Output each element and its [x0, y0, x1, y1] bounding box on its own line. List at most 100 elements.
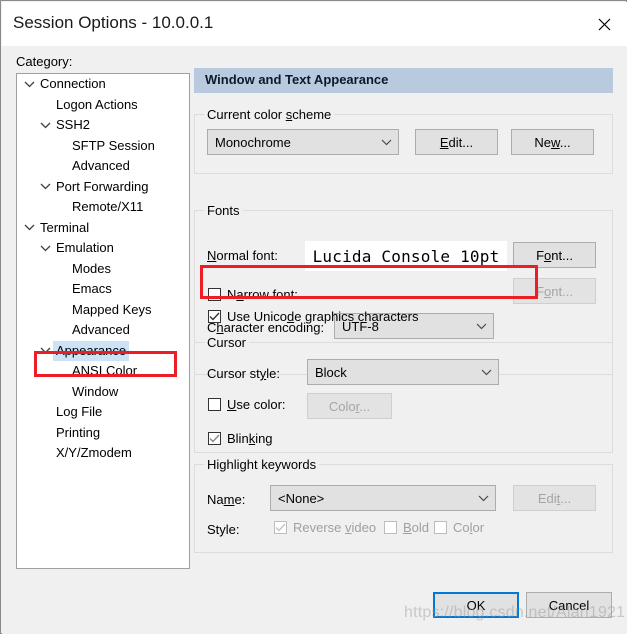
chevron-down-icon[interactable]: [21, 81, 37, 88]
color-scheme-combo[interactable]: Monochrome: [207, 129, 399, 155]
unicode-graphics-label: Use Unicode graphics characters: [227, 309, 419, 324]
ok-button[interactable]: OK: [433, 592, 519, 618]
tree-item-log-file[interactable]: Log File: [17, 402, 189, 423]
tree-item-window[interactable]: Window: [17, 382, 189, 403]
window-title: Session Options - 10.0.0.1: [13, 13, 214, 32]
color-scheme-legend: Current color scheme: [204, 107, 335, 122]
cursor-color-button: Color...: [307, 393, 392, 419]
tree-item-label: Advanced: [72, 322, 130, 337]
bold-checkbox: Bold: [384, 520, 429, 535]
narrow-font-button: Font...: [513, 278, 596, 304]
blinking-checkbox[interactable]: Blinking: [208, 431, 273, 446]
checkbox-box: [384, 521, 397, 534]
cursor-style-value: Block: [315, 364, 347, 380]
tree-item-label: ANSI Color: [72, 363, 138, 378]
chevron-down-icon: [474, 369, 498, 376]
unicode-graphics-checkbox[interactable]: Use Unicode graphics characters: [208, 309, 418, 324]
tree-item-terminal[interactable]: Terminal: [17, 218, 189, 239]
tree-item-label: Connection: [40, 76, 106, 91]
checkbox-box: [274, 521, 287, 534]
tree-item-ansi-color[interactable]: ANSI Color: [17, 361, 189, 382]
tree-item-port-forwarding[interactable]: Port Forwarding: [17, 177, 189, 198]
category-label: Category:: [16, 54, 73, 69]
highlight-style-label: Style:: [207, 522, 240, 537]
session-options-dialog: Session Options - 10.0.0.1 Category: Con…: [0, 0, 627, 634]
highlight-keywords-legend: Highlight keywords: [204, 457, 320, 472]
use-color-checkbox[interactable]: Use color:: [208, 397, 286, 412]
chevron-down-icon[interactable]: [37, 347, 53, 354]
highlight-edit-button: Edit...: [513, 485, 596, 511]
tree-item-remote-x11[interactable]: Remote/X11: [17, 197, 189, 218]
tree-item-label: SSH2: [56, 117, 90, 132]
tree-item-label: Window: [72, 383, 119, 399]
chevron-down-icon[interactable]: [37, 245, 53, 252]
tree-item-label: Remote/X11: [72, 199, 144, 214]
panel-header: Window and Text Appearance: [194, 68, 613, 93]
cursor-legend: Cursor: [204, 335, 250, 350]
checkbox-box: [208, 432, 221, 445]
tree-item-advanced[interactable]: Advanced: [17, 156, 189, 177]
tree-item-label: Log File: [56, 404, 103, 419]
tree-item-label: Port Forwarding: [56, 178, 149, 194]
category-tree[interactable]: Connection Logon Actions SSH2 SFTP Session A…: [16, 73, 190, 569]
tree-item-x-y-zmodem[interactable]: X/Y/Zmodem: [17, 443, 189, 464]
checkbox-box: [208, 310, 221, 323]
color-scheme-new-button[interactable]: New...: [511, 129, 594, 155]
reverse-video-label: Reverse video: [293, 520, 377, 535]
highlight-name-combo[interactable]: <None>: [270, 485, 496, 511]
tree-item-label: Advanced: [72, 158, 130, 173]
tree-item-sftp-session[interactable]: SFTP Session: [17, 136, 189, 157]
tree-item-label: Emacs: [72, 281, 112, 296]
tree-item-mapped-keys[interactable]: Mapped Keys: [17, 300, 189, 321]
tree-item-emacs[interactable]: Emacs: [17, 279, 189, 300]
cancel-button[interactable]: Cancel: [526, 592, 612, 618]
reverse-video-checkbox: Reverse video: [274, 520, 376, 535]
chevron-down-icon[interactable]: [37, 183, 53, 190]
checkbox-box: [208, 288, 221, 301]
chevron-down-icon: [471, 495, 495, 502]
narrow-font-label: Narrow font:: [227, 287, 298, 302]
color-scheme-edit-button[interactable]: Edit...: [415, 129, 498, 155]
normal-font-label: Normal font:: [207, 248, 278, 263]
chevron-down-icon: [374, 139, 398, 146]
fonts-legend: Fonts: [204, 203, 243, 218]
normal-font-sample: Lucida Console 10pt: [305, 241, 507, 271]
tree-item-label: Appearance: [53, 340, 130, 361]
tree-item-label: Emulation: [56, 240, 114, 255]
color-scheme-value: Monochrome: [215, 134, 291, 150]
highlight-name-value: <None>: [278, 490, 325, 506]
tree-item-connection[interactable]: Connection: [17, 74, 189, 95]
chevron-down-icon[interactable]: [21, 224, 37, 231]
tree-item-appearance[interactable]: Appearance: [17, 340, 189, 361]
tree-item-emulation[interactable]: Emulation: [17, 238, 189, 259]
use-color-label: Use color:: [227, 397, 286, 412]
blinking-label: Blinking: [227, 431, 273, 446]
cursor-style-label: Cursor style:: [207, 366, 280, 381]
tree-item-label: Terminal: [40, 219, 90, 235]
tree-item-label: Printing: [56, 424, 101, 440]
tree-item-label: SFTP Session: [72, 137, 155, 153]
tree-item-label: X/Y/Zmodem: [56, 445, 132, 460]
checkbox-box: [434, 521, 447, 534]
color-checkbox: Color: [434, 520, 484, 535]
tree-item-advanced[interactable]: Advanced: [17, 320, 189, 341]
tree-item-ssh2[interactable]: SSH2: [17, 115, 189, 136]
checkbox-box: [208, 398, 221, 411]
tree-item-label: Logon Actions: [56, 96, 138, 112]
chevron-down-icon[interactable]: [37, 122, 53, 129]
color-label: Color: [453, 520, 485, 535]
title-bar: Session Options - 10.0.0.1: [2, 2, 627, 46]
chevron-down-icon: [469, 323, 493, 330]
normal-font-button[interactable]: Font...: [513, 242, 596, 268]
highlight-name-label: Name:: [207, 492, 246, 507]
tree-item-logon-actions[interactable]: Logon Actions: [17, 95, 189, 116]
bold-label: Bold: [403, 520, 430, 535]
narrow-font-checkbox[interactable]: Narrow font:: [208, 287, 298, 302]
tree-item-label: Mapped Keys: [72, 301, 152, 317]
tree-item-modes[interactable]: Modes: [17, 259, 189, 280]
tree-item-printing[interactable]: Printing: [17, 423, 189, 444]
cursor-style-combo[interactable]: Block: [307, 359, 499, 385]
panel-header-title: Window and Text Appearance: [205, 72, 389, 87]
close-icon[interactable]: [581, 2, 627, 46]
tree-item-label: Modes: [72, 260, 112, 276]
